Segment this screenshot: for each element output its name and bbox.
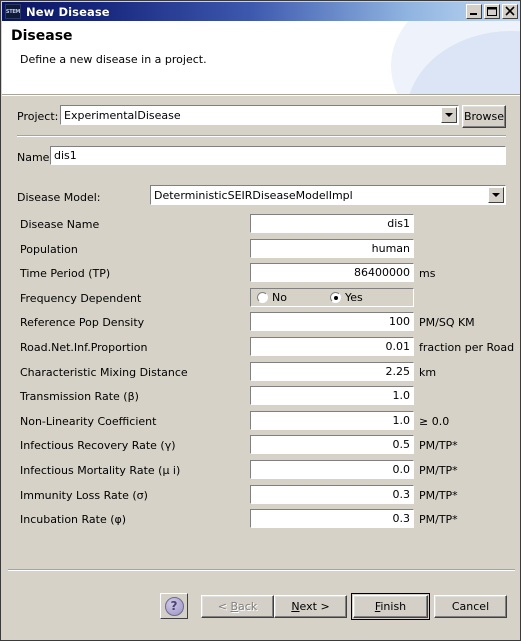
wizard-header: Disease Define a new disease in a projec… <box>2 21 520 94</box>
parameter-input[interactable]: 1.0 <box>250 411 414 430</box>
page-subtitle: Define a new disease in a project. <box>20 53 207 66</box>
parameter-label: Disease Name <box>20 218 100 231</box>
parameter-input[interactable]: 0.3 <box>250 485 414 504</box>
parameter-input[interactable]: dis1 <box>250 214 414 233</box>
parameter-input-value: 1.0 <box>392 414 411 427</box>
parameter-input[interactable]: 100 <box>250 312 414 331</box>
finish-button-label: Finish <box>374 600 407 613</box>
parameter-input[interactable]: 0.5 <box>250 435 414 454</box>
parameter-input[interactable]: 0.01 <box>250 337 414 356</box>
parameter-unit: km <box>419 366 437 379</box>
parameter-input[interactable]: 0.0 <box>250 460 414 479</box>
parameter-unit: PM/TP* <box>419 439 458 452</box>
browse-button-label: Browse <box>463 110 505 123</box>
name-label: Name: <box>17 151 54 164</box>
close-button[interactable] <box>502 4 518 19</box>
radio-option-no[interactable]: No <box>257 291 287 304</box>
next-button-label: Next > <box>291 600 330 613</box>
button-bar-divider-highlight <box>8 570 515 571</box>
parameter-label: Reference Pop Density <box>20 316 145 329</box>
parameter-label: Infectious Mortality Rate (μ i) <box>20 464 181 477</box>
project-section-divider-highlight <box>17 136 506 137</box>
name-input-value: dis1 <box>54 149 77 162</box>
parameter-label: Immunity Loss Rate (σ) <box>20 489 148 502</box>
stem-app-icon-text: STEM <box>5 8 21 15</box>
finish-button[interactable]: Finish <box>351 593 430 620</box>
new-disease-dialog: STEM New Disease Disease Define a new di… <box>0 0 521 641</box>
chevron-down-icon[interactable] <box>488 187 504 203</box>
project-combo[interactable]: ExperimentalDisease <box>60 105 459 125</box>
name-input[interactable]: dis1 <box>50 146 506 165</box>
parameter-input[interactable]: 0.3 <box>250 509 414 528</box>
parameter-unit: fraction per Road <box>419 341 515 354</box>
back-button-label: < Back <box>217 600 258 613</box>
dialog-body: Project: ExperimentalDisease Browse Name… <box>2 96 520 640</box>
next-button[interactable]: Next > <box>274 595 347 618</box>
maximize-button[interactable] <box>484 4 500 19</box>
page-title: Disease <box>11 28 73 44</box>
finish-button-inner: Finish <box>353 595 428 618</box>
parameter-input-value: 86400000 <box>354 266 410 279</box>
radio-dot-icon <box>330 292 341 303</box>
parameter-input-value: 0.5 <box>392 438 411 451</box>
minimize-icon <box>470 13 477 15</box>
parameter-input-value: 2.25 <box>385 365 411 378</box>
parameter-input-value: 0.3 <box>392 512 411 525</box>
parameter-input-value: 0.3 <box>392 488 411 501</box>
close-icon <box>505 6 515 16</box>
cancel-button[interactable]: Cancel <box>434 595 507 618</box>
parameter-unit: ≥ 0.0 <box>419 415 450 428</box>
frequency-dependent-radio-group: No Yes <box>250 288 414 307</box>
parameter-input-value: 1.0 <box>392 389 411 402</box>
parameter-unit: PM/TP* <box>419 513 458 526</box>
window-title: New Disease <box>26 4 110 19</box>
project-combo-value: ExperimentalDisease <box>64 108 181 122</box>
disease-model-label: Disease Model: <box>17 191 101 204</box>
radio-option-label: Yes <box>345 291 363 304</box>
window-controls <box>466 4 518 19</box>
parameter-input-value: 0.01 <box>385 340 411 353</box>
parameter-input[interactable]: 2.25 <box>250 362 414 381</box>
parameter-input-value: 0.0 <box>392 463 411 476</box>
parameter-unit: PM/SQ KM <box>419 316 475 329</box>
disease-model-combo[interactable]: DeterministicSEIRDiseaseModelImpl <box>150 185 506 205</box>
stem-app-icon: STEM <box>5 4 21 19</box>
minimize-button[interactable] <box>466 4 482 19</box>
parameter-label: Non-Linearity Coefficient <box>20 415 157 428</box>
parameter-input[interactable]: human <box>250 239 414 258</box>
parameter-input-value: human <box>371 242 410 255</box>
cancel-button-label: Cancel <box>451 600 490 613</box>
maximize-icon <box>487 7 497 16</box>
parameter-label: Road.Net.Inf.Proportion <box>20 341 148 354</box>
radio-option-yes[interactable]: Yes <box>330 291 363 304</box>
parameter-input[interactable]: 1.0 <box>250 386 414 405</box>
disease-model-combo-value: DeterministicSEIRDiseaseModelImpl <box>154 188 353 202</box>
radio-dot-icon <box>257 292 268 303</box>
window-titlebar[interactable]: STEM New Disease <box>2 2 520 21</box>
parameter-label: Transmission Rate (β) <box>20 390 139 403</box>
help-icon: ? <box>164 596 184 616</box>
parameter-label: Incubation Rate (φ) <box>20 513 127 526</box>
parameter-label: Frequency Dependent <box>20 292 142 305</box>
parameter-label: Infectious Recovery Rate (γ) <box>20 439 176 452</box>
radio-option-label: No <box>272 291 287 304</box>
project-label: Project: <box>17 110 59 123</box>
parameter-label: Population <box>20 243 78 256</box>
parameter-input-value: dis1 <box>387 217 410 230</box>
parameter-input[interactable]: 86400000 <box>250 263 414 282</box>
parameter-unit: PM/TP* <box>419 464 458 477</box>
back-button[interactable]: < Back <box>201 595 274 618</box>
parameter-label: Time Period (TP) <box>20 267 111 280</box>
parameter-input-value: 100 <box>389 315 410 328</box>
parameter-unit: ms <box>419 267 436 280</box>
parameter-unit: PM/TP* <box>419 489 458 502</box>
browse-button[interactable]: Browse <box>462 105 506 128</box>
help-button[interactable]: ? <box>160 593 188 619</box>
parameter-label: Characteristic Mixing Distance <box>20 366 188 379</box>
chevron-down-icon[interactable] <box>441 107 457 123</box>
